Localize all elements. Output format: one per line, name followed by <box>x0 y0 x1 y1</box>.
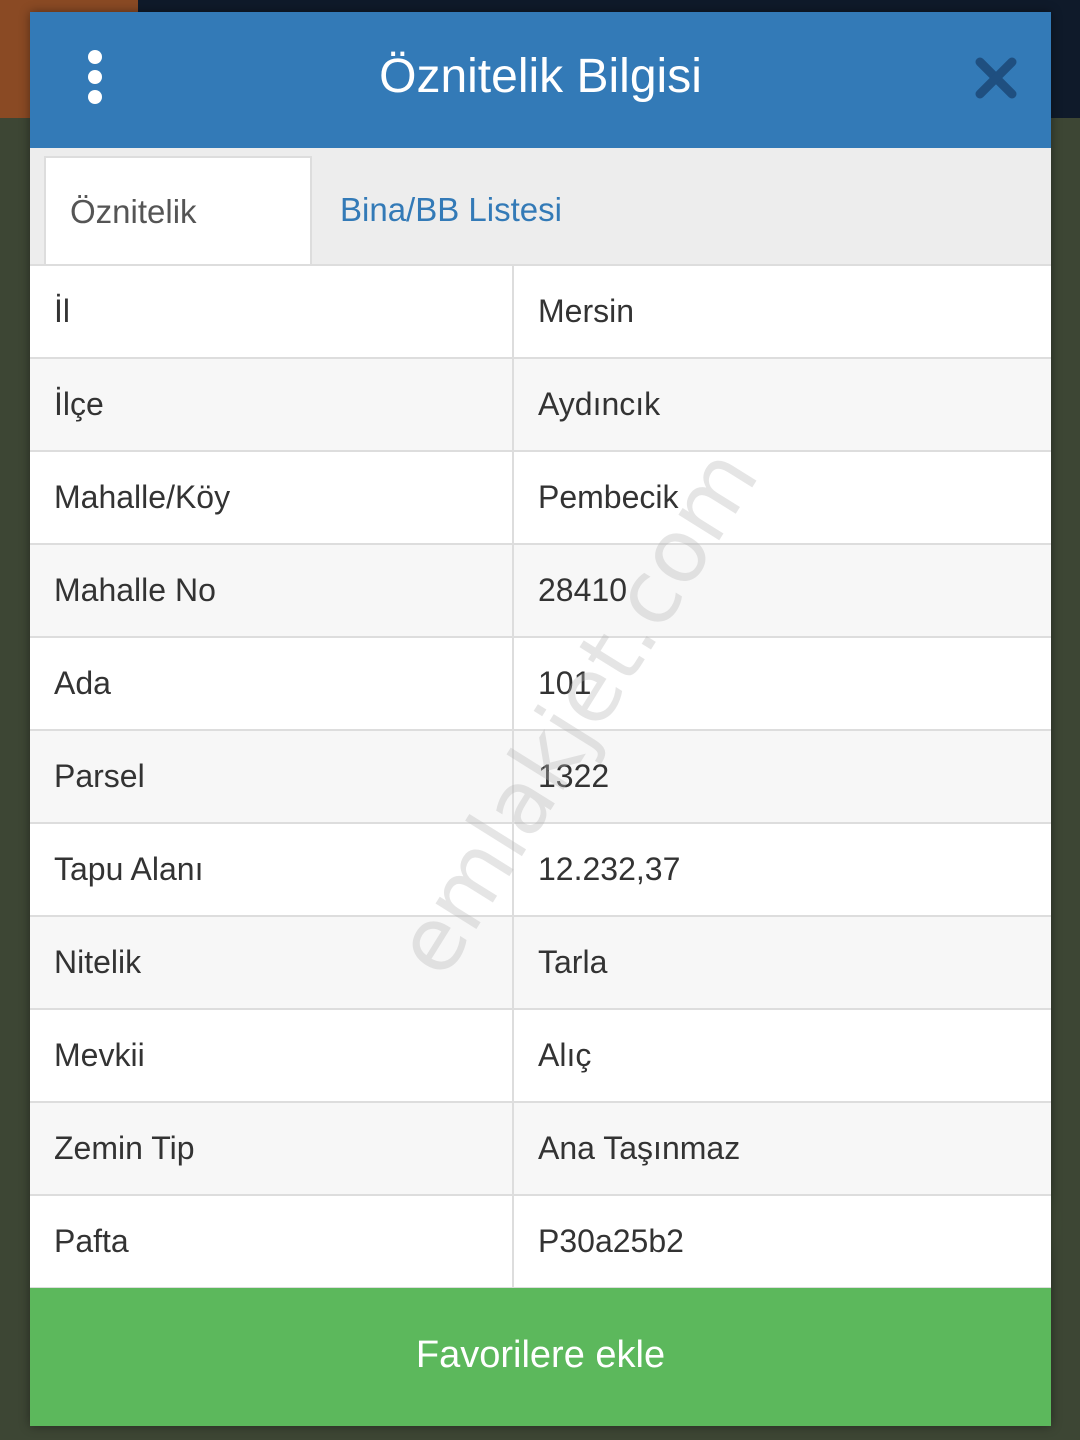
tab-bar: Öznitelik Bilgisi Bina/BB Listesi <box>30 148 1051 338</box>
attribute-table: İl Mersin İlçe Aydıncık Mahalle/Köy Pemb… <box>30 264 1051 1289</box>
attribute-label: İlçe <box>30 359 514 450</box>
attribute-value: Aydıncık <box>538 386 661 422</box>
table-row: Parsel 1322 <box>30 731 1051 824</box>
table-row: İl Mersin <box>30 266 1051 359</box>
table-row: Mevkii Alıç <box>30 1010 1051 1103</box>
attribute-value: P30a25b2 <box>538 1223 684 1259</box>
attribute-label: Pafta <box>30 1196 514 1287</box>
table-row: Zemin Tip Ana Taşınmaz <box>30 1103 1051 1196</box>
attribute-value: 1322 <box>538 758 610 794</box>
attribute-value: Mersin <box>538 293 635 329</box>
close-icon[interactable] <box>974 56 1018 100</box>
attribute-label: Tapu Alanı <box>30 824 514 915</box>
attribute-label: Mahalle/Köy <box>30 452 514 543</box>
table-row: İlçe Aydıncık <box>30 359 1051 452</box>
tab-building-list[interactable]: Bina/BB Listesi <box>316 156 586 264</box>
add-to-favorites-button[interactable]: Favorilere ekle <box>30 1288 1051 1426</box>
table-row: Mahalle/Köy Pembecik <box>30 452 1051 545</box>
attribute-label: Nitelik <box>30 917 514 1008</box>
table-row: Mahalle No 28410 <box>30 545 1051 638</box>
attribute-label: Ada <box>30 638 514 729</box>
table-row: Pafta P30a25b2 <box>30 1196 1051 1289</box>
attribute-label: Zemin Tip <box>30 1103 514 1194</box>
attribute-value: Alıç <box>538 1037 592 1073</box>
tab-attribute-info[interactable]: Öznitelik Bilgisi <box>44 156 312 338</box>
dialog-header: Öznitelik Bilgisi <box>30 12 1051 148</box>
attribute-label: Mevkii <box>30 1010 514 1101</box>
table-row: Ada 101 <box>30 638 1051 731</box>
attribute-value: 12.232,37 <box>538 851 681 887</box>
table-row: Nitelik Tarla <box>30 917 1051 1010</box>
attribute-label: İl <box>30 266 514 357</box>
attribute-value: Tarla <box>538 944 608 980</box>
attribute-label: Mahalle No <box>30 545 514 636</box>
attribute-label: Parsel <box>30 731 514 822</box>
attribute-dialog: Öznitelik Bilgisi Öznitelik Bilgisi Bina… <box>30 12 1051 1426</box>
attribute-value: 28410 <box>538 572 627 608</box>
dialog-title: Öznitelik Bilgisi <box>379 50 702 103</box>
attribute-value: 101 <box>538 665 592 701</box>
attribute-value: Pembecik <box>538 479 679 515</box>
table-row: Tapu Alanı 12.232,37 <box>30 824 1051 917</box>
attribute-value: Ana Taşınmaz <box>538 1130 741 1166</box>
